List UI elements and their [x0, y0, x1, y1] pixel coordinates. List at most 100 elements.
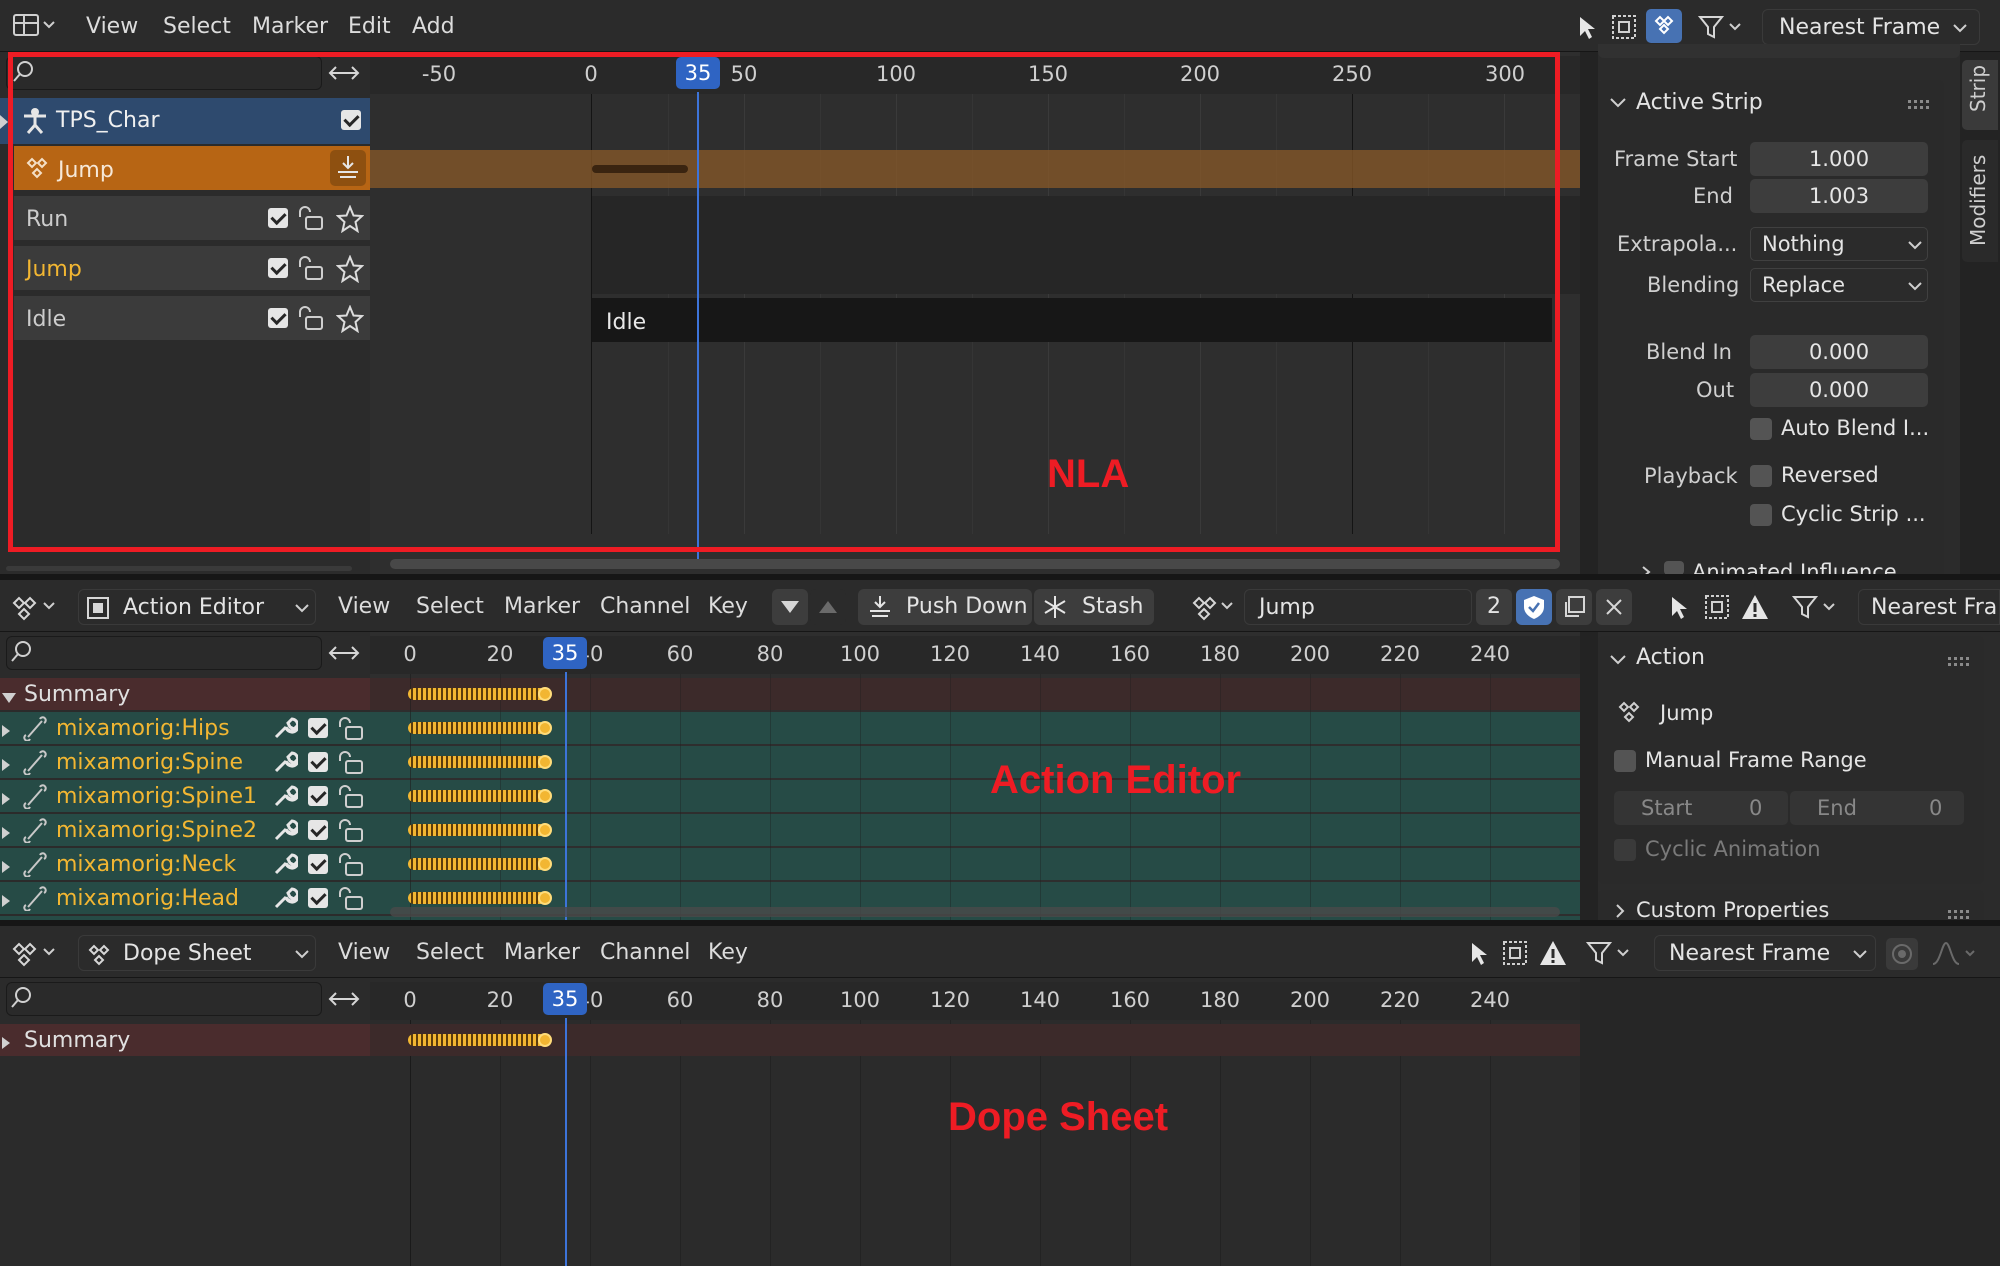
lock-icon[interactable] [336, 784, 366, 810]
channel-checkbox[interactable] [308, 752, 328, 772]
wrench-icon[interactable] [272, 851, 300, 877]
fake-user-button[interactable] [1516, 589, 1552, 625]
warning-icon[interactable] [1538, 938, 1568, 968]
menu-marker[interactable]: Marker [504, 594, 580, 619]
keyframe-point[interactable] [538, 755, 552, 769]
keyframe-point[interactable] [538, 891, 552, 905]
mode-dropdown[interactable]: Dope Sheet [78, 935, 316, 971]
select-tool-icon[interactable] [1464, 938, 1494, 968]
action-name-field[interactable]: Jump [1244, 589, 1472, 625]
keyframe-strip[interactable] [408, 722, 546, 734]
stash-button[interactable]: Stash [1034, 589, 1154, 625]
snap-mode-dropdown[interactable]: Nearest Fran [1858, 589, 2000, 625]
animated-influence-checkbox[interactable] [1664, 561, 1684, 575]
action-current-frame-indicator[interactable]: 35 [543, 637, 587, 669]
falloff-curve-icon[interactable] [1930, 938, 1980, 970]
blend-out-field[interactable]: 0.000 [1750, 373, 1928, 407]
expand-triangle-icon[interactable] [2, 756, 10, 771]
nla-channel-scrollbar[interactable] [6, 566, 352, 571]
lock-icon[interactable] [336, 886, 366, 912]
channel-label[interactable]: mixamorig:Head [56, 886, 239, 911]
keyframe-strip[interactable] [408, 824, 546, 836]
action-selected-icon[interactable] [1646, 9, 1682, 43]
action-panel-title[interactable]: Action [1636, 645, 1705, 670]
menu-marker[interactable]: Marker [252, 14, 328, 39]
action-search-input[interactable] [6, 636, 322, 670]
channel-label[interactable]: mixamorig:Spine1 [56, 784, 257, 809]
keyframe-point[interactable] [538, 789, 552, 803]
box-select-icon[interactable] [1609, 12, 1639, 42]
expand-triangle-icon[interactable] [2, 858, 10, 873]
unlink-action-button[interactable] [1596, 589, 1632, 625]
lock-icon[interactable] [336, 750, 366, 776]
box-select-icon[interactable] [1500, 938, 1530, 968]
warning-icon[interactable] [1740, 592, 1770, 622]
editor-type-icon[interactable] [8, 592, 64, 622]
filter-icon[interactable] [1790, 592, 1840, 622]
channel-label[interactable]: mixamorig:Hips [56, 716, 230, 741]
manual-frame-range-checkbox[interactable] [1614, 750, 1636, 772]
wrench-icon[interactable] [272, 783, 300, 809]
editor-type-icon[interactable] [8, 938, 64, 968]
select-tool-icon[interactable] [1572, 12, 1602, 42]
swap-arrows-icon[interactable] [326, 638, 362, 668]
expand-triangle-icon[interactable] [2, 892, 10, 907]
drag-handle-icon[interactable] [1948, 905, 1974, 919]
channel-checkbox[interactable] [308, 718, 328, 738]
wrench-icon[interactable] [272, 749, 300, 775]
keyframe-strip[interactable] [408, 688, 546, 700]
chevron-right-icon[interactable] [1614, 903, 1626, 918]
menu-view[interactable]: View [338, 940, 390, 965]
channel-label[interactable]: mixamorig:Spine [56, 750, 243, 775]
duplicate-action-button[interactable] [1556, 589, 1592, 625]
lock-icon[interactable] [336, 716, 366, 742]
reversed-checkbox[interactable] [1750, 465, 1772, 487]
proportional-edit-icon[interactable] [1886, 938, 1918, 970]
menu-edit[interactable]: Edit [348, 14, 391, 39]
channel-label[interactable]: mixamorig:Spine2 [56, 818, 257, 843]
keyframe-point[interactable] [538, 823, 552, 837]
keyframe-point[interactable] [538, 1033, 552, 1047]
drag-handle-icon[interactable] [1948, 652, 1974, 666]
menu-select[interactable]: Select [163, 14, 231, 39]
box-select-icon[interactable] [1702, 592, 1732, 622]
menu-view[interactable]: View [338, 594, 390, 619]
menu-channel[interactable]: Channel [600, 594, 690, 619]
expand-triangle-icon[interactable] [2, 790, 10, 805]
lock-icon[interactable] [336, 852, 366, 878]
editor-type-icon[interactable] [12, 12, 56, 40]
dope-search-input[interactable] [6, 982, 322, 1016]
filter-icon[interactable] [1584, 938, 1634, 968]
snap-mode-dropdown[interactable]: Nearest Frame [1762, 9, 1980, 45]
mode-dropdown[interactable]: Action Editor [78, 589, 316, 625]
menu-add[interactable]: Add [412, 14, 455, 39]
channel-checkbox[interactable] [308, 854, 328, 874]
action-horizontal-scrollbar[interactable] [390, 907, 1560, 917]
expand-triangle-icon[interactable] [2, 1034, 10, 1049]
layer-down-button[interactable] [772, 589, 808, 625]
channel-checkbox[interactable] [308, 888, 328, 908]
users-count[interactable]: 2 [1476, 589, 1512, 625]
wrench-icon[interactable] [272, 715, 300, 741]
frame-start-field[interactable]: 1.000 [1750, 142, 1928, 176]
blend-in-field[interactable]: 0.000 [1750, 335, 1928, 369]
wrench-icon[interactable] [272, 817, 300, 843]
menu-select[interactable]: Select [416, 594, 484, 619]
channel-checkbox[interactable] [308, 786, 328, 806]
expand-triangle-icon[interactable] [2, 824, 10, 839]
frame-end-field[interactable]: 1.003 [1750, 179, 1928, 213]
keyframe-strip[interactable] [408, 756, 546, 768]
expand-triangle-icon[interactable] [2, 722, 10, 737]
menu-channel[interactable]: Channel [600, 940, 690, 965]
menu-view[interactable]: View [86, 14, 138, 39]
keyframe-point[interactable] [538, 721, 552, 735]
menu-key[interactable]: Key [708, 594, 748, 619]
channel-checkbox[interactable] [308, 820, 328, 840]
push-down-button[interactable]: Push Down [858, 589, 1032, 625]
channel-label[interactable]: mixamorig:Neck [56, 852, 236, 877]
select-tool-icon[interactable] [1664, 592, 1694, 622]
lock-icon[interactable] [336, 818, 366, 844]
drag-handle-icon[interactable] [1908, 95, 1934, 109]
keyframe-strip[interactable] [408, 892, 546, 904]
keyframe-strip[interactable] [408, 858, 546, 870]
